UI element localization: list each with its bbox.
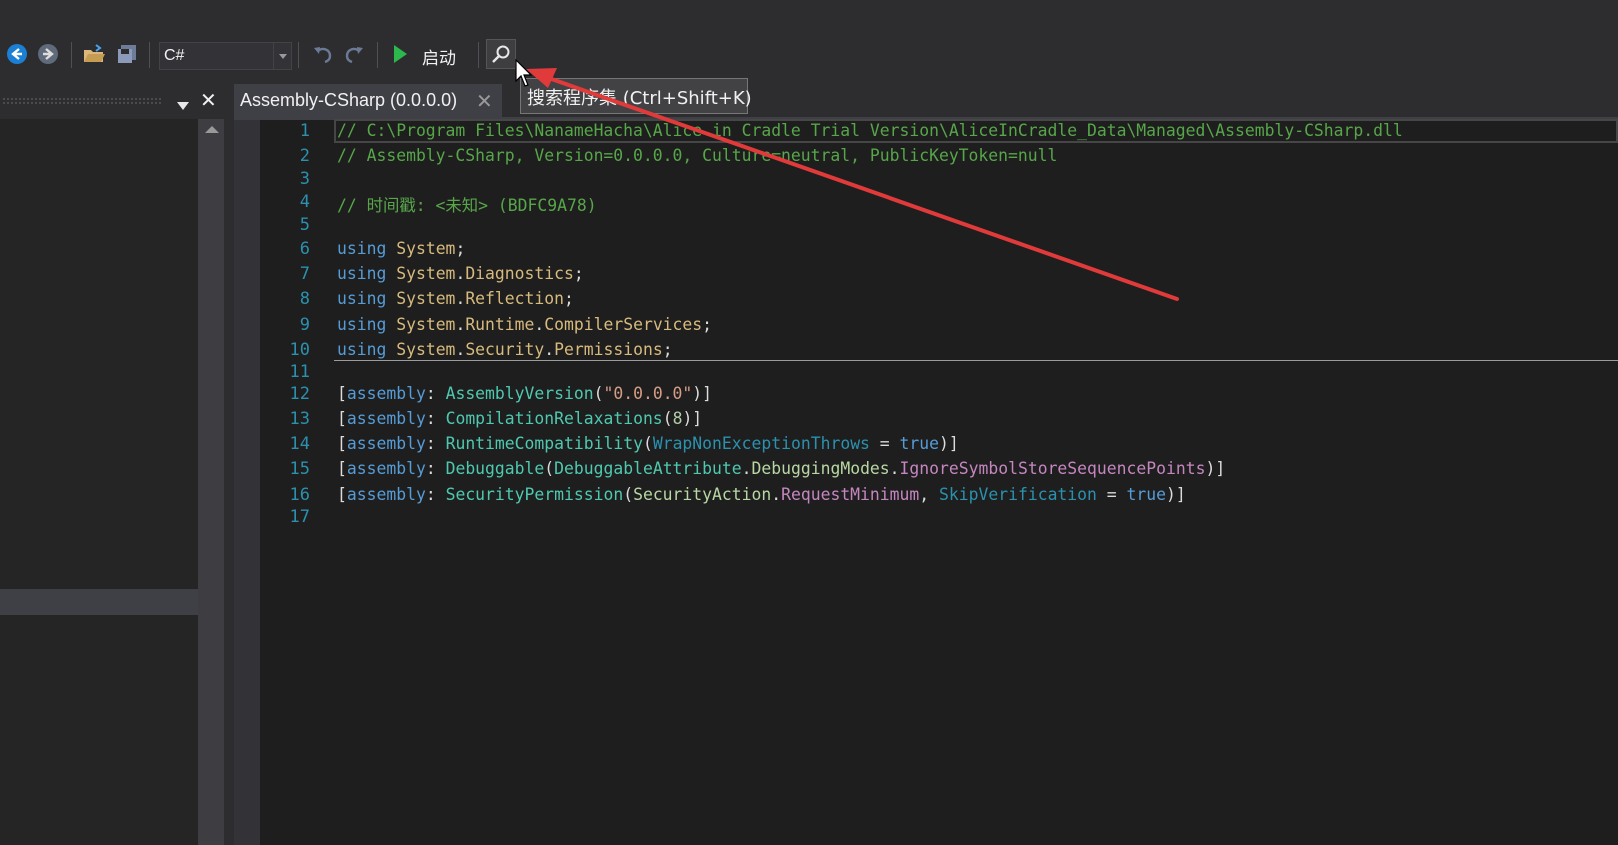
annotation-arrow xyxy=(526,68,1179,301)
mouse-cursor-icon xyxy=(515,59,533,87)
